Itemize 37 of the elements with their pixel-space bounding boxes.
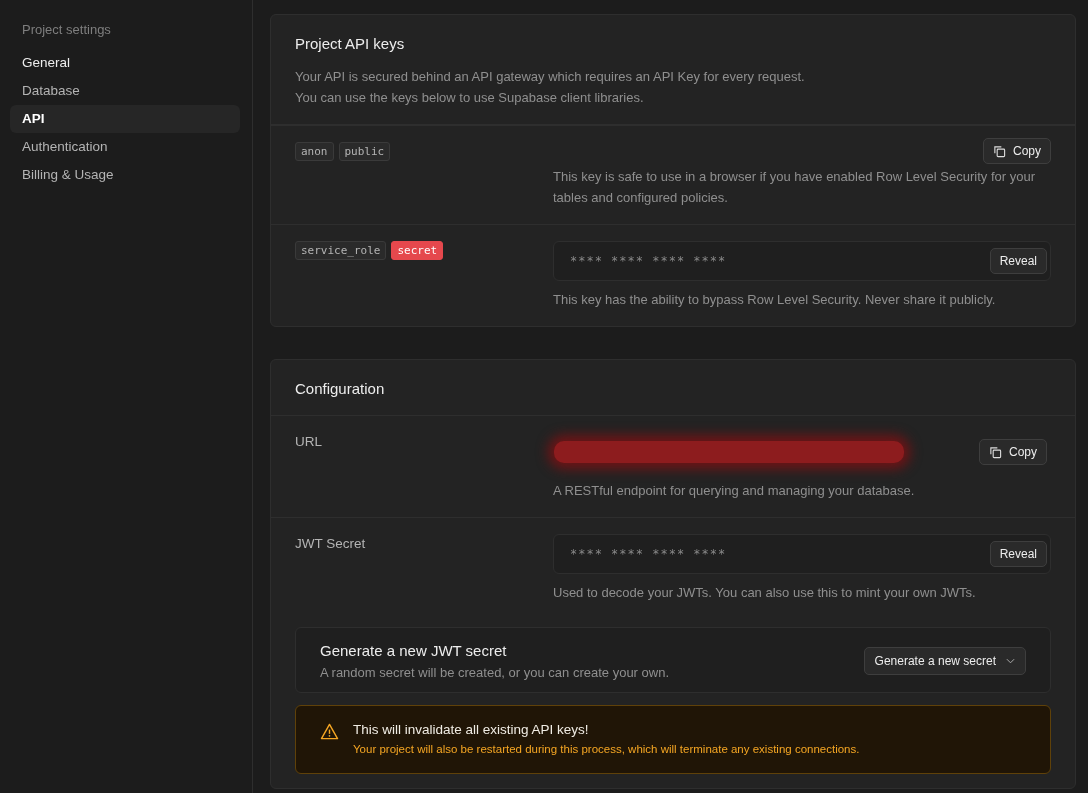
description-text: Your API is secured behind an API gateway which requires an API Key for every request. [295, 68, 806, 86]
key-tag: anon [295, 142, 334, 161]
reveal-button[interactable]: Reveal [989, 541, 1047, 567]
panel-title: Generate a new JWT secret [320, 642, 508, 659]
sidebar-heading: Project settings [21, 22, 112, 37]
warning-text: Your project will also be restarted during this process, which will terminate any existing connections. [353, 743, 860, 755]
sidebar-item[interactable]: Database [10, 77, 240, 105]
field-label: JWT Secret [295, 536, 366, 551]
key-description: This key is safe to use in a browser if you have enabled Row Level Security for your tables and configured policies. [553, 168, 1036, 207]
reveal-button[interactable]: Reveal [989, 248, 1047, 274]
masked-value: **** **** **** **** [570, 547, 727, 561]
field-description: A RESTful endpoint for querying and managing your database. [553, 482, 916, 500]
field-label: URL [295, 434, 322, 449]
key-tag: secret [391, 241, 444, 260]
key-field[interactable]: **** **** **** **** Reveal [553, 241, 1051, 281]
key-tag: public [338, 142, 391, 161]
copy-button[interactable]: Copy [979, 439, 1047, 465]
secret-field[interactable]: **** **** **** **** Reveal [553, 534, 1051, 574]
generate-dropdown-button[interactable]: Generate a new secret [863, 647, 1026, 675]
copy-button[interactable]: Copy [983, 138, 1051, 164]
description-text: You can use the keys below to use Supabase client libraries. [295, 89, 645, 107]
card-title: Project API keys [295, 35, 406, 52]
card-title: Configuration [295, 380, 386, 397]
key-description: This key has the ability to bypass Row Level Security. Never share it publicly. [553, 291, 997, 309]
warning-icon [320, 723, 339, 740]
sidebar-item[interactable]: General [10, 49, 240, 77]
field-description: Used to decode your JWTs. You can also use this to mint your own JWTs. [553, 584, 977, 602]
sidebar-item[interactable]: API [10, 105, 240, 133]
masked-value: **** **** **** **** [570, 254, 727, 268]
sidebar-item[interactable]: Authentication [10, 133, 240, 161]
sidebar-item[interactable]: Billing & Usage [10, 161, 240, 189]
chevron-down-icon [1006, 658, 1015, 664]
panel-description: A random secret will be created, or you can create your own. [320, 665, 669, 680]
warning-title: This will invalidate all existing API keys! [353, 722, 590, 737]
copy-icon [989, 445, 1002, 459]
copy-icon [993, 144, 1006, 158]
key-tag: service_role [295, 241, 387, 260]
